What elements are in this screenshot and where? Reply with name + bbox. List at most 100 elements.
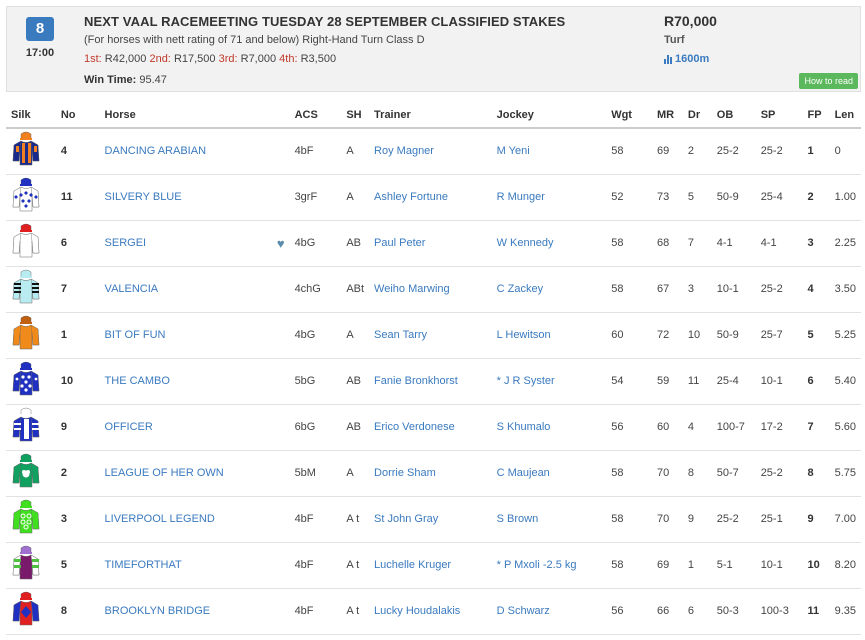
horse-name-link[interactable]: OFFICER xyxy=(105,421,153,433)
jockey-silk-icon xyxy=(11,269,51,309)
jockey-silk-icon xyxy=(11,315,51,355)
runner-len: 3.50 xyxy=(829,266,861,313)
horse-cell[interactable]: TIMEFORTHAT xyxy=(99,542,290,589)
runner-sh: AB xyxy=(341,404,370,451)
table-row: 5 TIMEFORTHAT 4bF A t Luchelle Kruger * … xyxy=(6,542,861,589)
runner-mr: 72 xyxy=(651,312,683,359)
horse-name-link[interactable]: TIMEFORTHAT xyxy=(105,559,182,571)
runner-wgt: 56 xyxy=(606,404,652,451)
horse-name-link[interactable]: LIVERPOOL LEGEND xyxy=(105,513,215,525)
race-stake: R70,000 xyxy=(664,13,717,29)
how-to-read-button[interactable]: How to read xyxy=(799,73,858,89)
horse-cell[interactable]: BROOKLYN BRIDGE xyxy=(99,588,290,635)
runner-number: 3 xyxy=(55,496,100,543)
trainer-link[interactable]: Erico Verdonese xyxy=(369,404,492,451)
horse-name-link[interactable]: LEAGUE OF HER OWN xyxy=(105,467,224,479)
runner-acs: 3grF xyxy=(289,174,342,221)
jockey-link[interactable]: M Yeni xyxy=(491,128,607,175)
runner-sh: A t xyxy=(341,542,370,589)
runner-mr: 70 xyxy=(651,450,683,497)
horse-name-link[interactable]: SERGEI xyxy=(105,237,147,249)
trainer-link[interactable]: Sean Tarry xyxy=(369,312,492,359)
runner-dr: 7 xyxy=(682,220,712,267)
runner-sh: A xyxy=(341,128,370,175)
silk-cell xyxy=(6,588,56,635)
horse-name-link[interactable]: BIT OF FUN xyxy=(105,329,166,341)
jockey-link[interactable]: D Schwarz xyxy=(491,588,607,635)
runner-fp: 6 xyxy=(802,358,830,405)
horse-name-link[interactable]: VALENCIA xyxy=(105,283,159,295)
runner-sp: 25-1 xyxy=(755,496,803,543)
silk-cell xyxy=(6,312,56,359)
runner-wgt: 58 xyxy=(606,496,652,543)
runner-sp: 100-3 xyxy=(755,588,803,635)
favourite-heart-icon[interactable]: ♥ xyxy=(277,236,285,251)
horse-cell[interactable]: DANCING ARABIAN xyxy=(99,128,290,175)
runner-ob: 25-2 xyxy=(711,128,756,175)
runner-dr: 2 xyxy=(682,128,712,175)
silk-cell xyxy=(6,404,56,451)
jockey-link[interactable]: R Munger xyxy=(491,174,607,221)
jockey-silk-icon xyxy=(11,407,51,447)
col-dr: Dr xyxy=(682,102,712,129)
col-horse: Horse xyxy=(99,102,290,129)
trainer-link[interactable]: Dorrie Sham xyxy=(369,450,492,497)
horse-name-link[interactable]: DANCING ARABIAN xyxy=(105,145,206,157)
trainer-link[interactable]: St John Gray xyxy=(369,496,492,543)
trainer-link[interactable]: Luchelle Kruger xyxy=(369,542,492,589)
jockey-silk-icon xyxy=(11,545,51,585)
runner-mr: 69 xyxy=(651,542,683,589)
horse-cell[interactable]: BIT OF FUN xyxy=(99,312,290,359)
horse-name-link[interactable]: THE CAMBO xyxy=(105,375,170,387)
trainer-link[interactable]: Lucky Houdalakis xyxy=(369,588,492,635)
race-surface: Turf xyxy=(664,34,685,46)
jockey-link[interactable]: * P Mxoli -2.5 kg xyxy=(491,542,607,589)
race-title: NEXT VAAL RACEMEETING TUESDAY 28 SEPTEMB… xyxy=(84,14,566,29)
runner-mr: 69 xyxy=(651,128,683,175)
runner-sp: 10-1 xyxy=(755,358,803,405)
runner-number: 10 xyxy=(55,358,100,405)
jockey-link[interactable]: L Hewitson xyxy=(491,312,607,359)
runner-wgt: 56 xyxy=(606,588,652,635)
runner-len: 5.25 xyxy=(829,312,861,359)
horse-cell[interactable]: LEAGUE OF HER OWN xyxy=(99,450,290,497)
runner-number: 9 xyxy=(55,404,100,451)
horse-name-link[interactable]: BROOKLYN BRIDGE xyxy=(105,605,211,617)
jockey-link[interactable]: S Brown xyxy=(491,496,607,543)
silk-cell xyxy=(6,266,56,313)
silk-cell xyxy=(6,542,56,589)
col-len: Len xyxy=(829,102,861,129)
runner-acs: 4bF xyxy=(289,588,342,635)
runner-sh: A t xyxy=(341,496,370,543)
horse-cell[interactable]: OFFICER xyxy=(99,404,290,451)
runner-sp: 17-2 xyxy=(755,404,803,451)
jockey-link[interactable]: W Kennedy xyxy=(491,220,607,267)
race-prizes: 1st: R42,000 2nd: R17,500 3rd: R7,000 4t… xyxy=(84,53,336,65)
runner-mr: 68 xyxy=(651,220,683,267)
runner-wgt: 60 xyxy=(606,312,652,359)
runner-number: 1 xyxy=(55,312,100,359)
jockey-link[interactable]: C Maujean xyxy=(491,450,607,497)
jockey-link[interactable]: C Zackey xyxy=(491,266,607,313)
jockey-link[interactable]: * J R Syster xyxy=(491,358,607,405)
runner-fp: 11 xyxy=(802,588,830,635)
trainer-link[interactable]: Weiho Marwing xyxy=(369,266,492,313)
trainer-link[interactable]: Ashley Fortune xyxy=(369,174,492,221)
horse-name-link[interactable]: SILVERY BLUE xyxy=(105,191,182,203)
runner-sp: 25-7 xyxy=(755,312,803,359)
runner-sh: AB xyxy=(341,358,370,405)
runner-sh: A xyxy=(341,312,370,359)
runner-number: 6 xyxy=(55,220,100,267)
runner-len: 2.25 xyxy=(829,220,861,267)
horse-cell[interactable]: SILVERY BLUE xyxy=(99,174,290,221)
trainer-link[interactable]: Paul Peter xyxy=(369,220,492,267)
horse-cell[interactable]: SERGEI ♥ xyxy=(99,220,290,267)
horse-cell[interactable]: VALENCIA xyxy=(99,266,290,313)
horse-cell[interactable]: THE CAMBO xyxy=(99,358,290,405)
trainer-link[interactable]: Roy Magner xyxy=(369,128,492,175)
runner-wgt: 58 xyxy=(606,128,652,175)
horse-cell[interactable]: LIVERPOOL LEGEND xyxy=(99,496,290,543)
jockey-link[interactable]: S Khumalo xyxy=(491,404,607,451)
prize-place-2: 2nd: xyxy=(149,53,171,65)
trainer-link[interactable]: Fanie Bronkhorst xyxy=(369,358,492,405)
